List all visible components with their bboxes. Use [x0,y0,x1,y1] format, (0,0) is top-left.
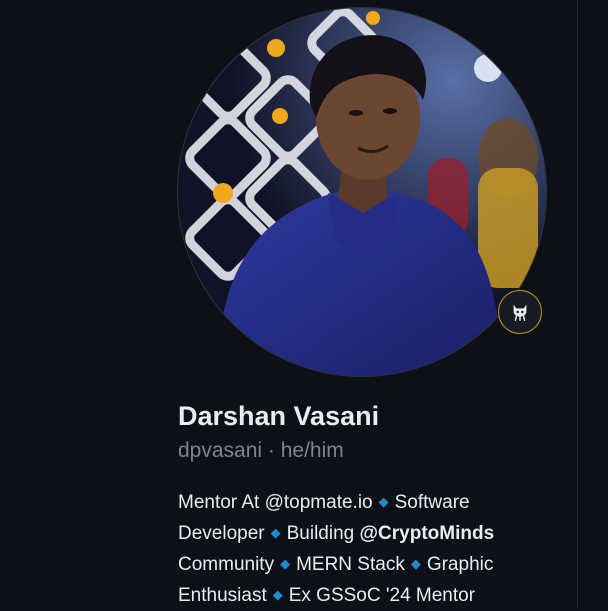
status-badge[interactable] [498,290,542,334]
diamond-icon: ◆ [280,556,291,571]
bio-line: Community ◆ MERN Stack ◆ Graphic [178,549,538,580]
bio-text: Developer [178,523,265,544]
bio-line: Enthusiast ◆ Ex GSSoC '24 Mentor [178,580,538,611]
bio-text: Mentor At @topmate.io [178,492,373,513]
diamond-icon: ◆ [378,494,389,509]
separator-dot: · [262,439,281,462]
diamond-icon: ◆ [270,525,281,540]
bio-text: Software [394,492,470,513]
profile-pronouns: he/him [280,439,344,462]
org-mention-link[interactable]: @CryptoMinds [360,523,495,544]
profile-username: dpvasani [178,439,263,462]
bio-text: Building [286,523,355,544]
bio-text: Enthusiast [178,585,267,606]
profile-handle-line: dpvasani · he/him [178,437,344,465]
bio-text: Community [178,554,275,575]
profile-bio: Mentor At @topmate.io ◆ Software Developer… [178,487,538,611]
bio-line: Developer ◆ Building @CryptoMinds [178,518,538,549]
octocat-icon [513,304,527,321]
profile-name: Darshan Vasani [178,401,380,431]
bio-line: Mentor At @topmate.io ◆ Software [178,487,538,518]
bio-text: Graphic [426,554,494,575]
avatar-photo [178,8,546,376]
diamond-icon: ◆ [410,556,421,571]
diamond-icon: ◆ [272,587,283,602]
avatar[interactable] [178,8,546,376]
bio-text: MERN Stack [296,554,405,575]
sidebar-divider [577,0,578,608]
bio-text: Ex GSSoC '24 Mentor [288,585,476,606]
